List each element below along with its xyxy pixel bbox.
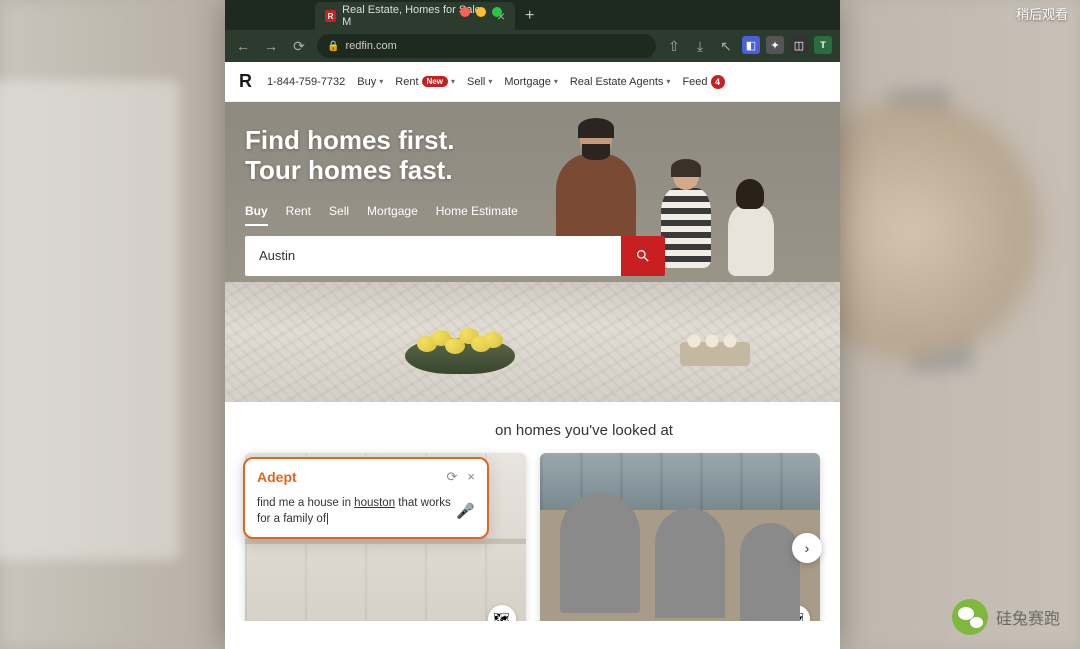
hero-tab-estimate[interactable]: Home Estimate: [436, 204, 518, 226]
wechat-account-name: 硅兔赛跑: [996, 605, 1060, 629]
close-window-icon[interactable]: [460, 7, 470, 17]
download-icon[interactable]: ⤓: [690, 36, 710, 56]
chevron-down-icon: ▾: [379, 77, 383, 86]
redfin-logo[interactable]: R: [239, 71, 251, 92]
nav-rent[interactable]: RentNew▾: [395, 76, 455, 88]
share-icon[interactable]: ⇧: [664, 36, 684, 56]
hero-tabs: Buy Rent Sell Mortgage Home Estimate: [245, 204, 820, 226]
adept-widget: Adept ⟳ × find me a house in houston tha…: [243, 457, 489, 539]
adept-input[interactable]: find me a house in houston that works fo…: [257, 495, 475, 527]
back-button[interactable]: ←: [233, 36, 253, 56]
window-controls: [460, 7, 502, 17]
maximize-window-icon[interactable]: [492, 7, 502, 17]
hero-tab-rent[interactable]: Rent: [286, 204, 311, 226]
next-arrow-button[interactable]: ›: [792, 533, 822, 563]
feed-heading: on homes you've looked at: [245, 422, 820, 439]
page-content: R 1-844-759-7732 Buy▾ RentNew▾ Sell▾ Mor…: [225, 62, 840, 621]
video-overlay-text: 稍后观看: [1016, 4, 1068, 23]
hero-headline: Find homes first. Tour homes fast.: [245, 126, 820, 186]
reload-button[interactable]: ⟳: [289, 36, 309, 56]
map-icon[interactable]: 🗺: [488, 605, 516, 621]
wechat-badge: 硅兔赛跑: [952, 599, 1060, 635]
search-icon: [635, 248, 651, 264]
chevron-down-icon: ▾: [666, 77, 670, 86]
extension-icons: ⇧ ⤓ ↖ ◧ ✦ ◫ T: [664, 36, 832, 56]
new-tab-button[interactable]: +: [515, 2, 544, 30]
feed-count-badge: 4: [711, 75, 725, 89]
address-bar: ← → ⟳ 🔒 redfin.com ⇧ ⤓ ↖ ◧ ✦ ◫ T: [225, 30, 840, 62]
cursor-icon[interactable]: ↖: [716, 36, 736, 56]
nav-agents[interactable]: Real Estate Agents▾: [570, 76, 671, 88]
tab-bar: R Real Estate, Homes for Sale, M × +: [225, 0, 840, 30]
extensions-menu-icon[interactable]: ✦: [766, 36, 784, 54]
profile-icon[interactable]: T: [814, 36, 832, 54]
hero-tab-mortgage[interactable]: Mortgage: [367, 204, 418, 226]
close-icon[interactable]: ×: [467, 469, 475, 485]
microphone-icon[interactable]: 🎤: [456, 502, 475, 520]
search-input[interactable]: [245, 236, 621, 276]
nav-sell[interactable]: Sell▾: [467, 76, 492, 88]
lock-icon: 🔒: [327, 41, 339, 52]
map-icon[interactable]: 🗺: [782, 605, 810, 621]
url-field[interactable]: 🔒 redfin.com: [317, 34, 656, 58]
hero-section: Find homes first. Tour homes fast. Buy R…: [225, 102, 840, 402]
new-badge: New: [422, 76, 448, 87]
extension-icon[interactable]: ◧: [742, 36, 760, 54]
forward-button[interactable]: →: [261, 36, 281, 56]
minimize-window-icon[interactable]: [476, 7, 486, 17]
chevron-down-icon: ▾: [554, 77, 558, 86]
url-text: redfin.com: [345, 40, 396, 52]
chevron-down-icon: ▾: [488, 77, 492, 86]
adept-logo: Adept: [257, 469, 297, 485]
nav-buy[interactable]: Buy▾: [357, 76, 383, 88]
nav-phone[interactable]: 1-844-759-7732: [267, 76, 345, 88]
refresh-icon[interactable]: ⟳: [447, 469, 458, 485]
wechat-icon: [952, 599, 988, 635]
search-box: [245, 236, 665, 276]
adept-text: find me a house in houston that works fo…: [257, 495, 475, 527]
property-card[interactable]: 🗺: [540, 453, 821, 621]
nav-feed[interactable]: Feed4: [682, 75, 724, 89]
favicon-icon: R: [325, 10, 336, 22]
sidepanel-icon[interactable]: ◫: [790, 36, 808, 54]
chevron-down-icon: ▾: [451, 77, 455, 86]
search-button[interactable]: [621, 236, 665, 276]
browser-window: R Real Estate, Homes for Sale, M × + ← →…: [225, 0, 840, 649]
hero-tab-sell[interactable]: Sell: [329, 204, 349, 226]
nav-mortgage[interactable]: Mortgage▾: [504, 76, 558, 88]
site-nav: R 1-844-759-7732 Buy▾ RentNew▾ Sell▾ Mor…: [225, 62, 840, 102]
hero-tab-buy[interactable]: Buy: [245, 204, 268, 226]
